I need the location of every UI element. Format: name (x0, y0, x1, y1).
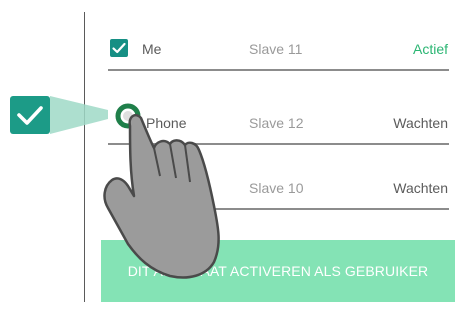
tapping-hand-icon (103, 103, 220, 279)
